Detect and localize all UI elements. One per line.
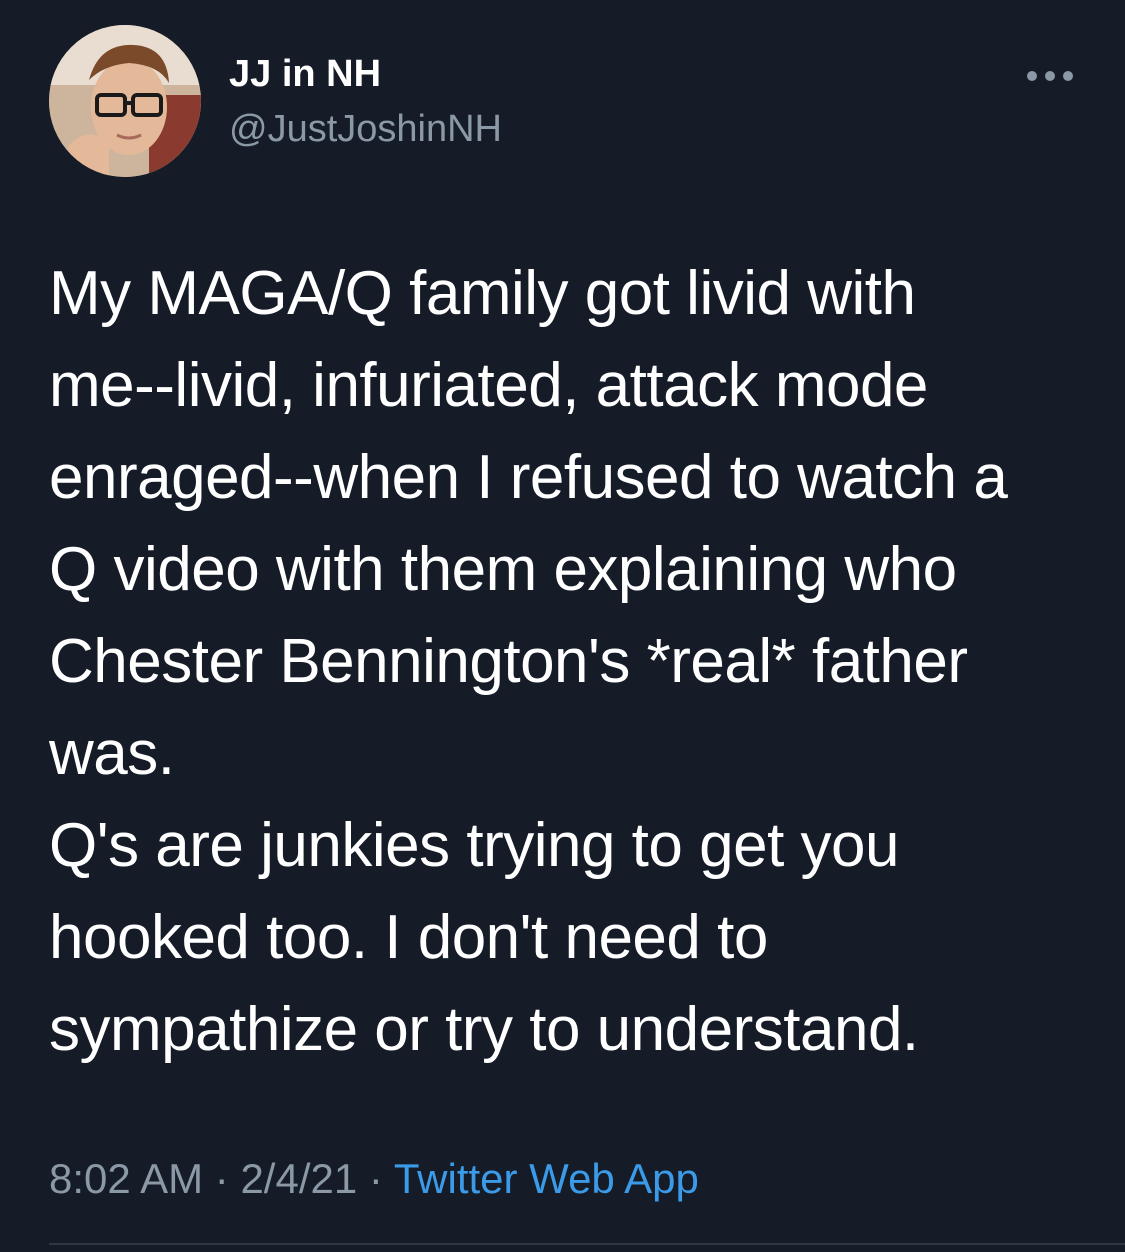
divider: [49, 1243, 1125, 1245]
tweet-meta: 8:02 AM · 2/4/21 · Twitter Web App: [49, 1152, 699, 1206]
tweet-source-link[interactable]: Twitter Web App: [394, 1155, 699, 1202]
tweet: JJ in NH @JustJoshinNH My MAGA/Q family …: [0, 0, 1125, 1252]
avatar[interactable]: [49, 25, 201, 177]
meta-separator: ·: [214, 1155, 229, 1202]
more-options-button[interactable]: [1020, 56, 1080, 96]
more-horizontal-icon: [1027, 71, 1073, 81]
author-display-name[interactable]: JJ in NH: [229, 50, 381, 98]
author-handle[interactable]: @JustJoshinNH: [229, 105, 502, 153]
avatar-image: [49, 25, 201, 177]
meta-separator: ·: [368, 1155, 383, 1202]
tweet-text: My MAGA/Q family got livid with me--livi…: [49, 259, 1008, 1064]
tweet-time[interactable]: 8:02 AM: [49, 1155, 203, 1202]
tweet-date[interactable]: 2/4/21: [240, 1155, 357, 1202]
